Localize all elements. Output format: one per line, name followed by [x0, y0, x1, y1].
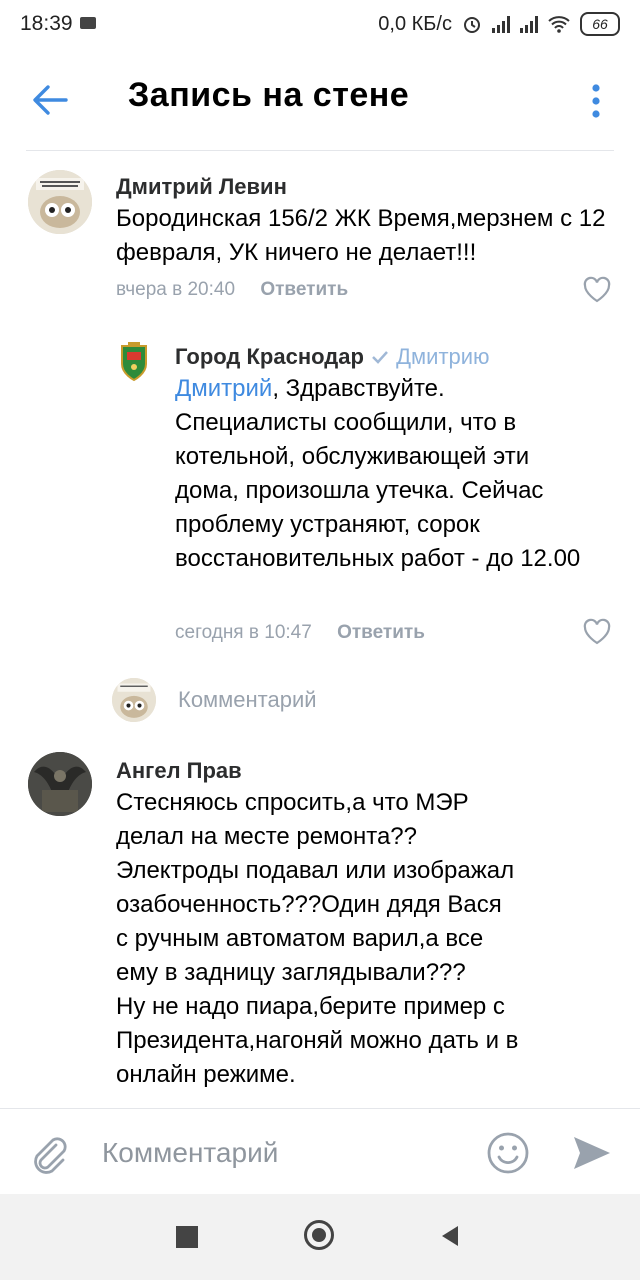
recent-apps-button[interactable]: [176, 1226, 198, 1248]
comment-input[interactable]: Комментарий: [102, 1137, 278, 1169]
signal-icon-1: [492, 15, 510, 33]
verified-icon: [372, 351, 388, 364]
comment-input-bar: Комментарий: [0, 1108, 640, 1195]
heart-icon[interactable]: [582, 618, 612, 646]
arrow-left-icon[interactable]: [28, 80, 72, 120]
reply-button[interactable]: Ответить: [337, 622, 425, 643]
system-navigation-bar: [0, 1194, 640, 1280]
comment-body: , Здравствуйте. Специалисты сообщили, чт…: [175, 375, 581, 572]
text-line: Ну не надо пиара,берите пример с: [116, 993, 505, 1020]
more-vertical-icon[interactable]: [584, 82, 608, 122]
mention-link[interactable]: Дмитрий: [175, 375, 272, 402]
avatar[interactable]: [114, 340, 154, 384]
text-line: Стесняюсь спросить,а что МЭР: [116, 789, 469, 816]
avatar[interactable]: [28, 752, 92, 816]
text-line: Электроды подавал или изображал: [116, 857, 515, 884]
reply-to-label[interactable]: Дмитрию: [396, 344, 489, 369]
comment-time: сегодня в 10:47: [175, 622, 312, 643]
text-line: делал на месте ремонта??: [116, 823, 417, 850]
smile-icon[interactable]: [486, 1131, 530, 1175]
text-line: онлайн режиме.: [116, 1061, 296, 1088]
text-line: Президента,нагоняй можно дать и в: [116, 1027, 519, 1054]
avatar: [112, 678, 156, 722]
comment-author[interactable]: Город Краснодар: [175, 344, 364, 369]
send-icon[interactable]: [570, 1133, 612, 1173]
reply-button[interactable]: Ответить: [260, 279, 348, 300]
alarm-icon: [464, 17, 480, 33]
app-header: Запись на стене: [0, 52, 640, 152]
header-divider: [26, 150, 614, 151]
wifi-icon: [548, 16, 570, 33]
comment-time: вчера в 20:40: [116, 279, 236, 300]
status-time: 18:39: [20, 12, 73, 35]
signal-icon-2: [520, 15, 538, 33]
comment-meta: сегодня в 10:47 Ответить: [175, 622, 425, 644]
status-bar: 18:39 0,0 КБ/с 66: [0, 0, 640, 52]
avatar[interactable]: [28, 170, 92, 234]
battery-icon: 66: [580, 12, 620, 36]
reply-placeholder[interactable]: Комментарий: [178, 687, 317, 713]
back-triangle-icon[interactable]: [438, 1224, 462, 1248]
angel-avatar-image: [28, 752, 92, 816]
text-line: ему в задницу заглядывали???: [116, 959, 466, 986]
text-line: озабоченность???Один дядя Вася: [116, 891, 502, 918]
owl-avatar-image: [112, 678, 156, 722]
page-title: Запись на стене: [128, 76, 410, 114]
comment-meta: вчера в 20:40 Ответить: [116, 279, 348, 301]
paperclip-icon[interactable]: [28, 1133, 70, 1175]
city-crest-icon: [121, 342, 147, 382]
network-speed: 0,0 КБ/с: [378, 12, 452, 35]
comment-author[interactable]: Дмитрий Левин: [116, 174, 287, 200]
heart-icon[interactable]: [582, 276, 612, 304]
text-line: с ручным автоматом варил,а все: [116, 925, 484, 952]
comment-author[interactable]: Ангел Прав: [116, 758, 242, 784]
comment-text: Бородинская 156/2 ЖК Время,мерзнем с 12 …: [116, 205, 606, 266]
comment-text: Дмитрий, Здравствуйте. Специалисты сообщ…: [175, 372, 595, 576]
reply-header: Город Краснодар Дмитрию: [175, 340, 595, 374]
owl-avatar-image: [28, 170, 92, 234]
status-indicators: 0,0 КБ/с 66: [378, 12, 620, 36]
comment-text: Стесняюсь спросить,а что МЭР делал на ме…: [116, 786, 616, 1092]
message-notification-icon: [80, 17, 96, 29]
home-button[interactable]: [304, 1220, 334, 1250]
